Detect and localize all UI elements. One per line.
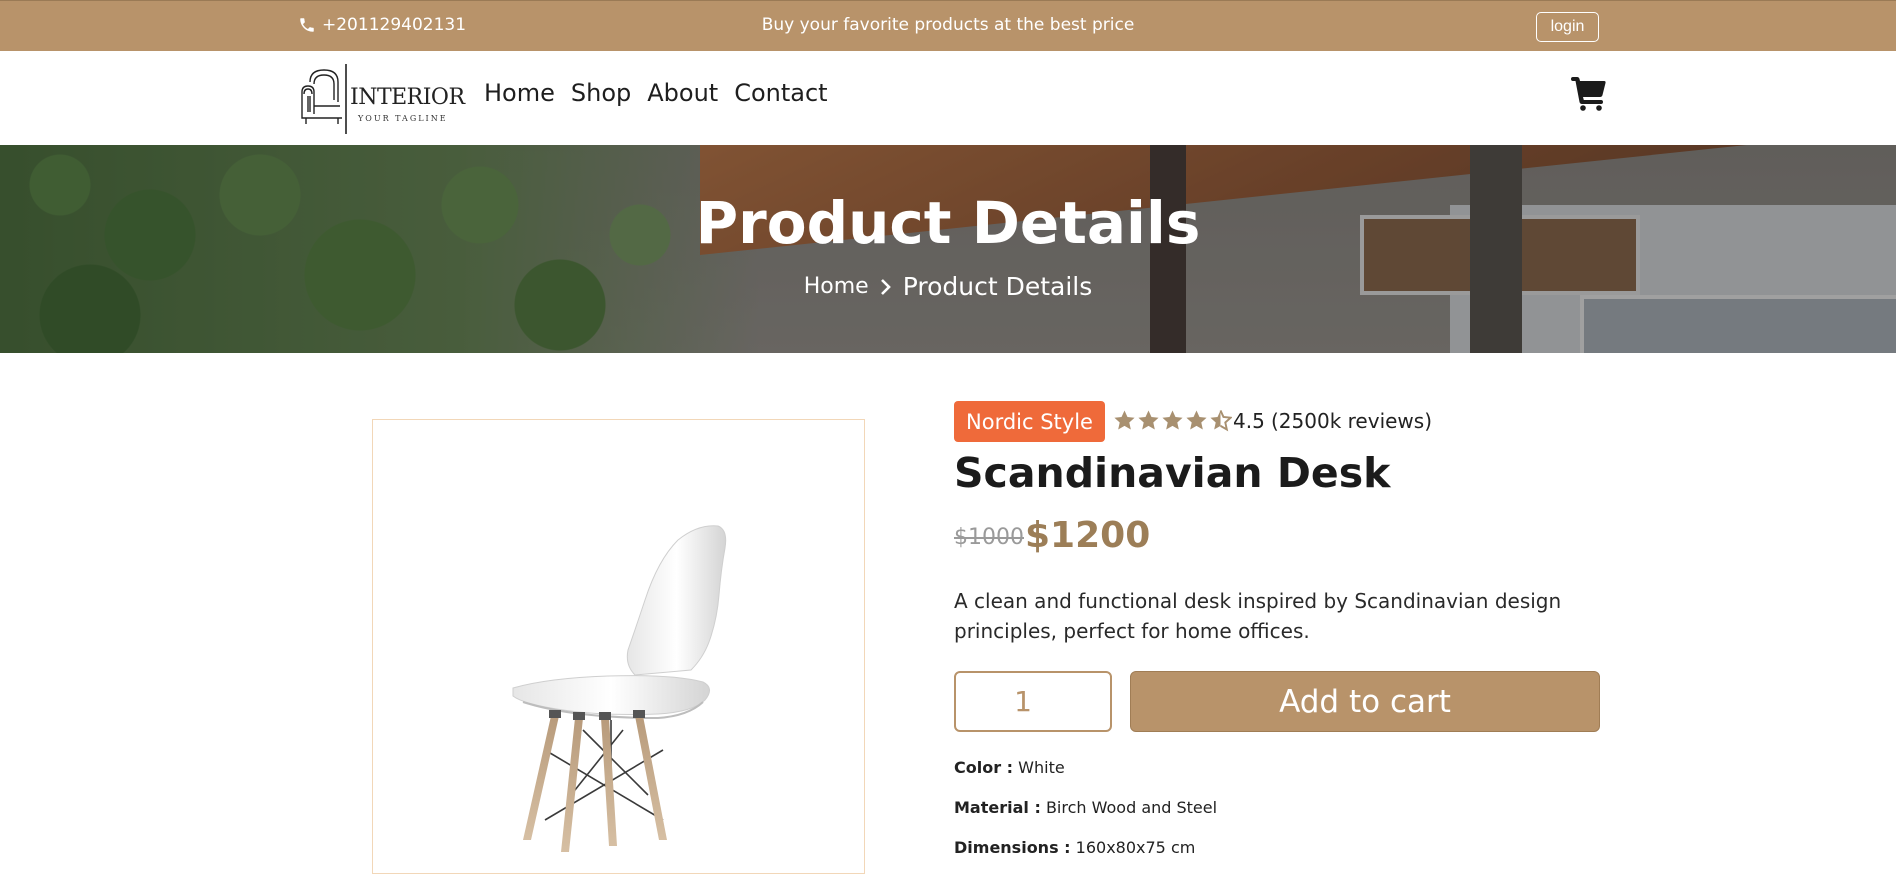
nav-links: Home Shop About Contact <box>484 79 828 107</box>
spec-value: White <box>1018 758 1065 777</box>
style-badge: Nordic Style <box>954 401 1105 442</box>
nav-link-shop[interactable]: Shop <box>571 79 631 107</box>
breadcrumb-current: Product Details <box>902 272 1093 301</box>
top-bar: +201129402131 Buy your favorite products… <box>0 0 1896 51</box>
spec-label: Color : <box>954 758 1014 777</box>
cart-button[interactable] <box>1570 77 1606 111</box>
add-to-cart-button[interactable]: Add to cart <box>1130 671 1600 732</box>
quantity-input[interactable] <box>954 671 1112 732</box>
phone-contact[interactable]: +201129402131 <box>298 15 466 35</box>
page-title: Product Details <box>695 189 1201 257</box>
chair-image <box>512 525 727 852</box>
product-description: A clean and functional desk inspired by … <box>954 589 1562 643</box>
page-hero: Product Details Home Product Details <box>0 145 1896 353</box>
main-nav: INTERIOR YOUR TAGLINE Home Shop About Co… <box>0 51 1896 145</box>
spec-value: 160x80x75 cm <box>1075 838 1196 857</box>
logo-brand: INTERIOR <box>350 85 465 110</box>
product-image[interactable] <box>372 419 865 874</box>
rating-stars <box>1113 409 1232 432</box>
old-price: $1000 <box>954 525 1024 550</box>
spec-material: Material : Birch Wood and Steel <box>954 798 1217 817</box>
product-title: Scandinavian Desk <box>954 449 1391 497</box>
phone-number: +201129402131 <box>322 15 467 35</box>
breadcrumb: Home Product Details <box>0 272 1896 301</box>
breadcrumb-home[interactable]: Home <box>804 274 869 299</box>
star-icon <box>1114 410 1135 430</box>
logo-tagline: YOUR TAGLINE <box>358 114 448 123</box>
promo-text: Buy your favorite products at the best p… <box>761 15 1135 35</box>
site-logo[interactable]: INTERIOR YOUR TAGLINE <box>300 62 465 136</box>
review-count[interactable]: (2500k reviews) <box>1271 409 1432 433</box>
spec-label: Material : <box>954 798 1041 817</box>
star-icon <box>1138 410 1159 430</box>
login-button[interactable]: login <box>1536 12 1599 42</box>
spec-dimensions: Dimensions : 160x80x75 cm <box>954 838 1195 857</box>
star-half-icon <box>1210 410 1232 432</box>
star-icon <box>1162 410 1183 430</box>
current-price: $1200 <box>1025 515 1151 556</box>
nav-link-about[interactable]: About <box>647 79 718 107</box>
nav-link-home[interactable]: Home <box>484 79 555 107</box>
phone-icon <box>300 18 314 32</box>
chevron-right-icon <box>880 278 891 295</box>
spec-label: Dimensions : <box>954 838 1071 857</box>
cart-icon <box>1571 77 1606 111</box>
nav-link-contact[interactable]: Contact <box>734 79 827 107</box>
rating-value: 4.5 <box>1233 409 1265 433</box>
star-icon <box>1186 410 1207 430</box>
spec-color: Color : White <box>954 758 1065 777</box>
armchair-icon <box>301 64 347 134</box>
spec-value: Birch Wood and Steel <box>1045 798 1218 817</box>
